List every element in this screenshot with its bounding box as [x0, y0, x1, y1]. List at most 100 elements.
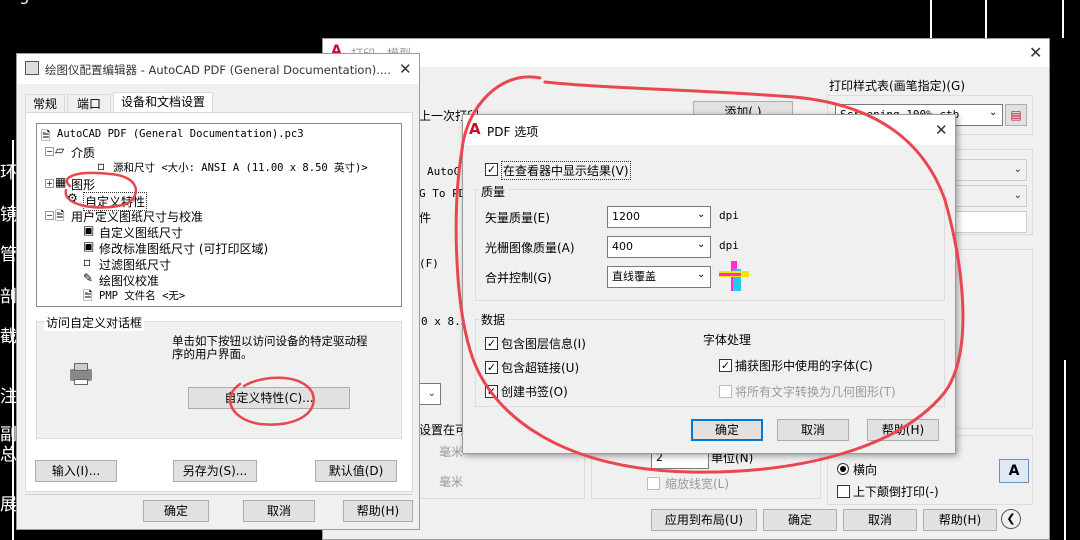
- expand-icon[interactable]: +: [45, 179, 54, 188]
- doc-icon: 🗎: [83, 289, 93, 303]
- plotter-cancel-button[interactable]: 取消: [243, 500, 315, 522]
- collapse-icon[interactable]: −: [45, 147, 54, 156]
- access-group-title: 访问自定义对话框: [44, 314, 145, 331]
- vector-dpi-label: dpi: [719, 209, 739, 222]
- layer-info-checkbox[interactable]: ✓: [485, 337, 498, 350]
- pdf-cancel-button[interactable]: 取消: [777, 419, 849, 441]
- plot-ok-button[interactable]: 确定: [763, 509, 837, 531]
- footer-divider: [25, 494, 413, 495]
- landscape-label: 横向: [853, 463, 878, 477]
- vector-quality-label: 矢量质量(E): [485, 211, 550, 225]
- pdf-title: PDF 选项: [487, 125, 539, 139]
- plotter-help-button[interactable]: 帮助(H): [343, 500, 413, 522]
- autocad-logo-icon: A: [469, 120, 481, 138]
- edit-style-icon[interactable]: ▤: [1005, 104, 1027, 126]
- vector-quality-select[interactable]: 1200: [607, 206, 711, 228]
- bg-vline-2: [985, 0, 987, 38]
- custom-properties-button[interactable]: 自定义特性(C)...: [188, 387, 350, 409]
- bookmarks-label: 创建书签(O): [501, 385, 568, 399]
- plotter-ok-button[interactable]: 确定: [143, 500, 209, 522]
- device-tree[interactable]: 🗎 AutoCAD PDF (General Documentation).pc3…: [36, 123, 402, 307]
- pen-icon: ✎: [83, 271, 94, 285]
- convert-text-label: 将所有文字转换为几何图形(T): [735, 385, 896, 399]
- autoc-label: AutoC: [427, 165, 461, 178]
- file-label: 件: [419, 211, 432, 225]
- tab-panel: 🗎 AutoCAD PDF (General Documentation).pc3…: [25, 112, 413, 492]
- tab-bar: 常规 端口 设备和文档设置: [25, 92, 415, 114]
- paper-icon: ▣: [83, 223, 95, 237]
- plotter-config-dialog: 绘图仪配置编辑器 - AutoCAD PDF (General Document…: [16, 53, 420, 530]
- show-in-viewer-label: 在查看器中显示结果(V): [501, 161, 631, 180]
- close-icon[interactable]: ✕: [935, 121, 948, 139]
- upside-down-label: 上下颠倒打印(-): [853, 485, 939, 499]
- access-description: 单击如下按钮以访问设备的特定驱动程序的用户界面。: [172, 334, 368, 361]
- font-handling-title: 字体处理: [703, 333, 752, 347]
- pdf-help-button[interactable]: 帮助(H): [867, 419, 939, 441]
- tree-item-pmp[interactable]: PMP 文件名 <无>: [99, 288, 185, 303]
- hyperlinks-checkbox[interactable]: ✓: [485, 361, 498, 374]
- bg-side-char: 环: [0, 163, 17, 183]
- import-button[interactable]: 输入(I)...: [35, 460, 117, 482]
- collapse-icon[interactable]: −: [45, 211, 54, 220]
- small-icon: ▫: [97, 159, 106, 173]
- plotter-app-icon: [25, 61, 39, 75]
- capture-fonts-label: 捕获图形中使用的字体(C): [735, 359, 873, 373]
- upside-down-checkbox[interactable]: [837, 485, 850, 498]
- bg-vline-3: [1062, 0, 1064, 38]
- close-icon[interactable]: ✕: [1029, 43, 1042, 62]
- chevron-down-icon: ⌄: [697, 239, 706, 250]
- orientation-preview-icon: A: [999, 459, 1029, 483]
- apply-layout-button[interactable]: 应用到布局(U): [651, 509, 757, 531]
- grid-icon: ▦: [55, 175, 67, 189]
- show-in-viewer-checkbox[interactable]: ✓: [485, 163, 498, 176]
- bg-side-char: 剖: [0, 287, 17, 307]
- plot-cancel-button[interactable]: 取消: [843, 509, 917, 531]
- save-as-button[interactable]: 另存为(S)...: [173, 460, 257, 482]
- tab-2[interactable]: 设备和文档设置: [113, 92, 213, 114]
- tree-item-calibration[interactable]: 绘图仪校准: [99, 272, 159, 289]
- bg-side-char: 管: [0, 245, 17, 265]
- style-select-arrow-icon: ⌄: [989, 107, 998, 118]
- para-icon: ▱: [55, 143, 65, 157]
- data-title: 数据: [479, 311, 508, 328]
- size-85-label: 0 x 8.5: [421, 315, 468, 328]
- pdf-title-bar: A PDF 选项 ✕: [463, 115, 955, 145]
- layer-info-label: 包含图层信息(I): [501, 337, 586, 351]
- tree-item-source-size[interactable]: 源和尺寸 <大小: ANSI A (11.00 x 8.50 英寸)>: [113, 160, 368, 175]
- doc-icon: 🗎: [41, 129, 51, 143]
- bookmarks-checkbox[interactable]: ✓: [485, 385, 498, 398]
- tree-item-root[interactable]: AutoCAD PDF (General Documentation).pc3: [57, 128, 304, 140]
- capture-fonts-checkbox[interactable]: ✓: [719, 359, 732, 372]
- quality-title: 质量: [479, 183, 508, 200]
- plot-help-button[interactable]: 帮助(H): [923, 509, 997, 531]
- hyperlinks-label: 包含超链接(U): [501, 361, 580, 375]
- scale-dropdown[interactable]: ⌄: [419, 383, 441, 405]
- small-icon: ▫: [83, 255, 92, 269]
- bg-vline-4: [1064, 360, 1066, 540]
- tree-item-media[interactable]: 介质: [71, 144, 95, 161]
- chevron-down-icon: ⌄: [697, 209, 706, 220]
- bg-side-char: 注: [0, 387, 17, 407]
- merge-preview-icon: [719, 261, 751, 291]
- plotter-title: 绘图仪配置编辑器 - AutoCAD PDF (General Document…: [45, 63, 391, 77]
- pdf-options-dialog: A PDF 选项 ✕ ✓ 在查看器中显示结果(V) 质量 矢量质量(E) 120…: [462, 114, 956, 454]
- tab-1[interactable]: 端口: [67, 94, 111, 114]
- defaults-button[interactable]: 默认值(D): [315, 460, 397, 482]
- bg-side-char: 总: [0, 445, 17, 465]
- raster-quality-select[interactable]: 400: [607, 236, 711, 258]
- expand-icon[interactable]: ❮: [1001, 509, 1021, 529]
- close-icon[interactable]: ✕: [399, 60, 412, 78]
- merge-control-label: 合并控制(G): [485, 271, 552, 285]
- paper-icon: ▣: [83, 239, 95, 253]
- landscape-radio[interactable]: [837, 463, 849, 475]
- tree-item-modify-std[interactable]: 修改标准图纸尺寸 (可打印区域): [99, 240, 268, 257]
- pdf-ok-button[interactable]: 确定: [691, 419, 763, 441]
- tree-item-custom-paper[interactable]: 自定义图纸尺寸: [99, 224, 183, 241]
- bg-vline-1: [930, 0, 932, 38]
- merge-control-select[interactable]: 直线覆盖: [607, 266, 711, 288]
- convert-text-checkbox[interactable]: [719, 385, 732, 398]
- scale-lineweights-checkbox[interactable]: [647, 477, 660, 490]
- tab-0[interactable]: 常规: [25, 94, 65, 114]
- scale-lineweights-label: 缩放线宽(L): [665, 477, 730, 491]
- tree-item-filter-paper[interactable]: 过滤图纸尺寸: [99, 256, 171, 273]
